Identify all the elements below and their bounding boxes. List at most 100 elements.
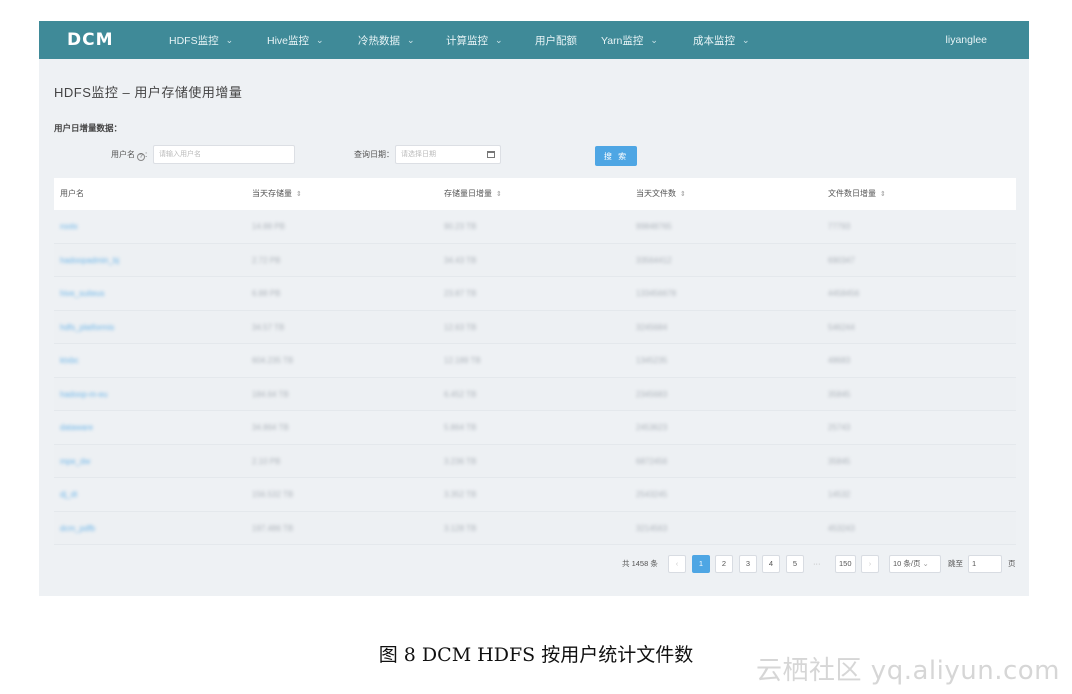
- logo: DCM: [67, 30, 114, 50]
- table-cell: 4458456: [828, 289, 860, 298]
- table-cell: 3.236 TB: [444, 456, 477, 466]
- sort-icon[interactable]: ⇕: [680, 191, 686, 198]
- table-cell: 14.88 PB: [252, 222, 285, 231]
- nav-item-user-quota[interactable]: 用户配额: [535, 33, 601, 48]
- calendar-icon: [487, 151, 495, 158]
- nav-menu: HDFS监控 ⌄ Hive监控 ⌄ 冷热数据 ⌄ 计算监控 ⌄ 用户配额 Yarn监控 ⌄…: [169, 21, 783, 59]
- table-cell: 35845: [828, 456, 851, 466]
- username-input[interactable]: 请输入用户名: [153, 145, 295, 164]
- table-row: hadoop-m-eu 184.64 TB 6.452 TB 2345683 35845: [54, 377, 1016, 411]
- table-cell: 6872456: [636, 456, 668, 466]
- table-cell: 90.23 TB: [444, 222, 477, 231]
- table-cell: 34.57 TB: [252, 322, 285, 332]
- table-cell: 48683: [828, 356, 851, 365]
- chevron-down-icon: ⌄: [225, 34, 234, 45]
- column-header-file-increment[interactable]: 文件数日增量 ⇕: [828, 178, 886, 211]
- prev-page-button[interactable]: ‹: [668, 555, 686, 573]
- chevron-down-icon: ⌄: [495, 34, 503, 45]
- chevron-down-icon: ⌄: [650, 34, 658, 45]
- table-cell: 2.10 PB: [252, 456, 281, 466]
- username-label: 用户名?:: [111, 150, 148, 161]
- chevron-down-icon: ⌄: [922, 559, 929, 568]
- table-cell: 1345235: [636, 356, 668, 365]
- nav-item-hdfs[interactable]: HDFS监控 ⌄: [169, 33, 267, 48]
- table-header: 用户名 当天存储量 ⇕ 存储量日增量 ⇕ 当天文件数 ⇕ 文件数日增量 ⇕: [54, 178, 1016, 210]
- sort-icon[interactable]: ⇕: [496, 191, 502, 198]
- table-cell: 23.87 TB: [444, 289, 477, 298]
- table-cell: 34.864 TB: [252, 423, 289, 432]
- chevron-down-icon: ⌄: [742, 34, 750, 45]
- page-button-last[interactable]: 150: [835, 555, 856, 573]
- page-button[interactable]: 3: [739, 555, 757, 573]
- table-row: mpe_dw 2.10 PB 3.236 TB 6872456 35845: [54, 444, 1016, 478]
- column-header-daily-files[interactable]: 当天文件数 ⇕: [636, 178, 686, 211]
- username-link[interactable]: ktxbc: [60, 344, 79, 377]
- watermark: 云栖社区 yq.aliyun.com: [756, 656, 1060, 686]
- table-row: hive_suiteus 6.88 PB 23.87 TB 133456678 4458…: [54, 277, 1016, 311]
- page-button[interactable]: 1: [692, 555, 710, 573]
- chevron-down-icon: ⌄: [407, 34, 415, 45]
- next-page-button[interactable]: ›: [861, 555, 879, 573]
- top-navbar: DCM HDFS监控 ⌄ Hive监控 ⌄ 冷热数据 ⌄ 计算监控 ⌄ 用户配额 Yar…: [39, 21, 1029, 59]
- table-cell: 33564412: [636, 255, 672, 265]
- username-link[interactable]: dcm_pdfb: [60, 512, 95, 545]
- nav-item-yarn[interactable]: Yarn监控 ⌄: [601, 33, 693, 48]
- table-cell: 690347: [828, 255, 855, 265]
- table-cell: 34.43 TB: [444, 255, 477, 265]
- table-cell: 3.128 TB: [444, 523, 477, 533]
- table-cell: 77793: [828, 222, 851, 231]
- ellipsis: ···: [813, 559, 821, 568]
- pagination: 共 1458 条 ‹ 1 2 3 4 5 ··· 150 › 10 条/页 ⌄ 跳…: [39, 554, 1029, 576]
- sort-icon[interactable]: ⇕: [296, 191, 302, 198]
- username-link[interactable]: dataware: [60, 411, 93, 444]
- nav-item-compute[interactable]: 计算监控 ⌄: [446, 33, 535, 48]
- username-link[interactable]: rootx: [60, 210, 78, 243]
- column-header-username: 用户名: [60, 189, 84, 198]
- table-row: hadoopadmin_bj 2.72 PB 34.43 TB 33564412 690…: [54, 243, 1016, 277]
- column-header-storage-increment[interactable]: 存储量日增量 ⇕: [444, 178, 502, 211]
- table-row: dataware 34.864 TB 5.864 TB 2453623 25743: [54, 411, 1016, 445]
- table-row: ktxbc 604.235 TB 12.189 TB 1345235 48683: [54, 344, 1016, 378]
- sort-icon[interactable]: ⇕: [880, 191, 886, 198]
- table-cell: 3214563: [636, 523, 668, 533]
- table-cell: 12.189 TB: [444, 356, 481, 365]
- nav-item-hive[interactable]: Hive监控 ⌄: [267, 33, 358, 48]
- nav-item-cost[interactable]: 成本监控 ⌄: [693, 33, 783, 48]
- goto-suffix: 页: [1008, 559, 1016, 568]
- table-cell: 2543245: [636, 490, 668, 499]
- username-link[interactable]: hive_suiteus: [60, 277, 104, 310]
- table-cell: 184.64 TB: [252, 389, 289, 399]
- table-cell: 604.235 TB: [252, 356, 294, 365]
- goto-label: 跳至: [948, 559, 963, 568]
- page-button[interactable]: 2: [715, 555, 733, 573]
- username-link[interactable]: dj_dt: [60, 478, 77, 511]
- table-cell: 25743: [828, 423, 851, 432]
- help-icon: ?: [137, 153, 145, 161]
- table-cell: 3245684: [636, 322, 668, 332]
- table-cell: 6.88 PB: [252, 289, 281, 298]
- filter-bar: 用户名?: 请输入用户名 查询日期： 请选择日期: [39, 145, 1029, 167]
- column-header-daily-storage[interactable]: 当天存储量 ⇕: [252, 178, 302, 211]
- table-row: rootx 14.88 PB 90.23 TB 99848765 77793: [54, 210, 1016, 244]
- search-button[interactable]: 搜 索: [595, 146, 637, 166]
- goto-page-input[interactable]: 1: [968, 555, 1002, 573]
- date-label: 查询日期：: [354, 150, 394, 159]
- page-button[interactable]: 4: [762, 555, 780, 573]
- nav-item-hot-cold-data[interactable]: 冷热数据 ⌄: [358, 33, 446, 48]
- table-cell: 12.63 TB: [444, 322, 477, 332]
- page-size-select[interactable]: 10 条/页 ⌄: [889, 555, 941, 573]
- username-link[interactable]: hadoopadmin_bj: [60, 244, 119, 277]
- table-cell: 35845: [828, 389, 851, 399]
- page-button[interactable]: 5: [786, 555, 804, 573]
- total-count: 共 1458 条: [622, 559, 658, 568]
- table-row: hdfs_platformis 34.57 TB 12.63 TB 3245684 54…: [54, 310, 1016, 344]
- user-menu[interactable]: liyanglee: [946, 21, 987, 59]
- username-link[interactable]: mpe_dw: [60, 445, 90, 478]
- table-cell: 2453623: [636, 423, 668, 432]
- table-cell: 453243: [828, 523, 855, 533]
- username-link[interactable]: hadoop-m-eu: [60, 378, 108, 411]
- table-row: dj_dt 156.532 TB 3.352 TB 2543245 14532: [54, 478, 1016, 512]
- table-cell: 6.452 TB: [444, 389, 477, 399]
- username-link[interactable]: hdfs_platformis: [60, 311, 114, 344]
- date-picker[interactable]: 请选择日期: [395, 145, 501, 164]
